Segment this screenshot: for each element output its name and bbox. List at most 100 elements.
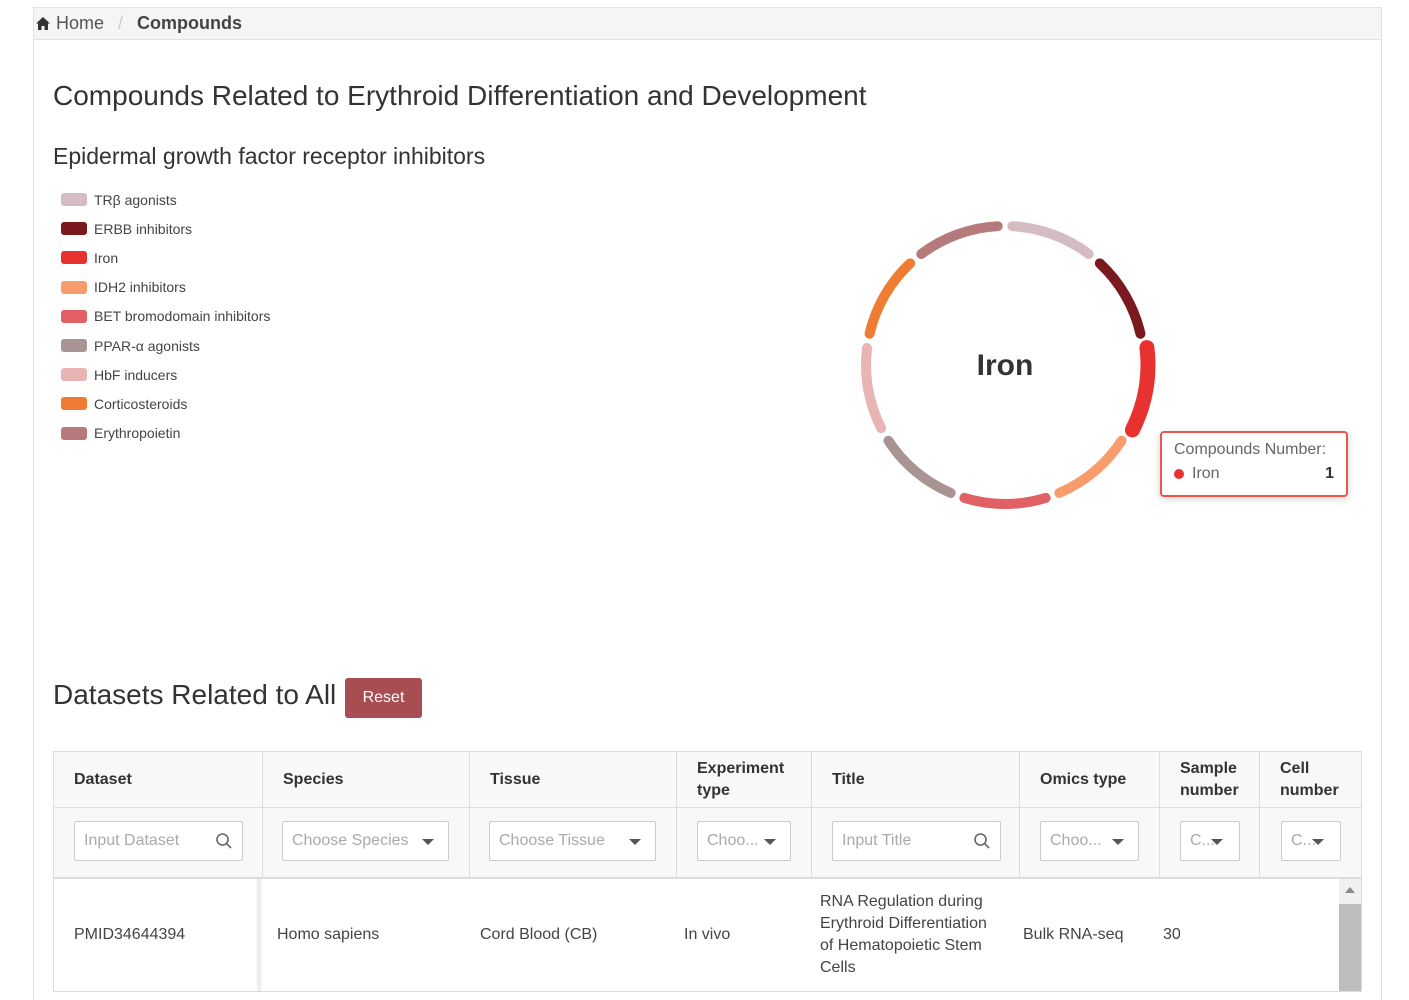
filter-cell-omics: Choo... [1020, 808, 1160, 878]
legend-swatch [61, 309, 87, 323]
column-header-omics-type[interactable]: Omics type [1020, 752, 1160, 807]
cell-sample-number: 30 [1163, 926, 1181, 943]
table-row[interactable]: PMID34644394 Homo sapiens Cord Blood (CB… [54, 879, 1339, 991]
species-select-placeholder: Choose Species [292, 832, 409, 849]
datasets-table: Dataset Species Tissue Experiment type T… [53, 751, 1362, 992]
column-header-dataset[interactable]: Dataset [54, 752, 263, 807]
column-header-title[interactable]: Title [812, 752, 1020, 807]
legend-item[interactable]: Iron [61, 243, 270, 272]
caret-down-icon [1112, 839, 1124, 845]
donut-slice[interactable] [1007, 221, 1094, 259]
title-search-input[interactable]: Input Title [832, 821, 1001, 861]
tissue-select[interactable]: Choose Tissue [489, 821, 656, 861]
legend-swatch [61, 222, 87, 236]
breadcrumb-home-link[interactable]: Home [36, 13, 104, 34]
legend-item[interactable]: Corticosteroids [61, 389, 270, 418]
chart-legend: TRβ agonists ERBB inhibitors Iron IDH2 inhi… [61, 185, 270, 448]
breadcrumb: Home / Compounds [33, 7, 1382, 40]
legend-swatch [61, 397, 87, 411]
home-icon [36, 17, 50, 30]
dataset-input-placeholder: Input Dataset [84, 832, 180, 849]
scrollbar-thumb[interactable] [1339, 904, 1361, 991]
breadcrumb-current: Compounds [137, 13, 243, 33]
omics-type-select[interactable]: Choo... [1040, 821, 1139, 861]
sample-number-select[interactable]: C... [1180, 821, 1240, 861]
legend-item[interactable]: HbF inducers [61, 360, 270, 389]
filter-cell-dataset: Input Dataset [54, 808, 263, 878]
table-scrollbar[interactable] [1339, 879, 1361, 991]
legend-item[interactable]: ERBB inhibitors [61, 214, 270, 243]
legend-label: ERBB inhibitors [94, 220, 193, 237]
donut-slice[interactable] [959, 492, 1051, 509]
tissue-select-placeholder: Choose Tissue [499, 832, 605, 849]
table-header: Dataset Species Tissue Experiment type T… [54, 752, 1361, 879]
filter-cell-experiment: Choo... [677, 808, 812, 878]
donut-slice[interactable] [861, 343, 887, 434]
donut-center-label: Iron [977, 349, 1034, 382]
cell-experiment-type: In vivo [684, 926, 731, 943]
donut-slice[interactable] [883, 435, 956, 498]
experiment-select-placeholder: Choo... [707, 832, 759, 849]
cell-tissue: Cord Blood (CB) [480, 926, 598, 943]
legend-swatch [61, 251, 87, 265]
legend-label: HbF inducers [94, 366, 178, 383]
tooltip-label: Iron [1192, 465, 1220, 482]
legend-swatch [61, 280, 87, 294]
filter-cell-species: Choose Species [263, 808, 470, 878]
legend-label: IDH2 inhibitors [94, 279, 186, 296]
legend-swatch [61, 368, 87, 382]
filter-cell-title: Input Title [812, 808, 1020, 878]
legend-item[interactable]: BET bromodomain inhibitors [61, 302, 270, 331]
legend-item[interactable]: Erythropoietin [61, 419, 270, 448]
donut-slice[interactable] [1094, 258, 1146, 339]
filter-row: Input Dataset Choose Species Choose Tiss… [54, 807, 1361, 878]
dataset-search-input[interactable]: Input Dataset [74, 821, 243, 861]
breadcrumb-home-label: Home [56, 13, 105, 33]
breadcrumb-separator: / [118, 13, 124, 33]
legend-label: BET bromodomain inhibitors [94, 308, 271, 325]
donut-slice[interactable] [1124, 340, 1156, 438]
column-header-experiment-type[interactable]: Experiment type [677, 752, 812, 807]
compounds-donut-chart: Iron [861, 221, 1156, 509]
reset-button[interactable]: Reset [345, 678, 422, 718]
legend-label: PPAR-α agonists [94, 337, 200, 354]
cell-number-select[interactable]: C... [1281, 821, 1341, 861]
column-header-sample-number[interactable]: Sample number [1160, 752, 1260, 807]
filter-cell-tissue: Choose Tissue [470, 808, 677, 878]
title-input-placeholder: Input Title [842, 832, 912, 849]
column-header-cell-number[interactable]: Cell number [1260, 752, 1361, 807]
tooltip-title: Compounds Number: [1174, 441, 1327, 458]
column-header-tissue[interactable]: Tissue [470, 752, 677, 807]
fixed-column-divider [257, 879, 260, 991]
legend-item[interactable]: PPAR-α agonists [61, 331, 270, 360]
cell-cell-number [1264, 879, 1334, 991]
legend-swatch [61, 193, 87, 207]
tooltip-value: 1 [1325, 465, 1334, 482]
donut-slice[interactable] [864, 258, 916, 339]
chart-tooltip: Compounds Number: Iron 1 [1160, 431, 1348, 497]
datasets-section-title: Datasets Related to All [53, 679, 337, 710]
donut-slice[interactable] [1054, 435, 1127, 498]
legend-label: Erythropoietin [94, 425, 181, 442]
filter-cell-cell: C... [1260, 808, 1361, 878]
caret-down-icon [1312, 839, 1324, 845]
caret-down-icon [422, 839, 434, 845]
experiment-type-select[interactable]: Choo... [697, 821, 791, 861]
omics-select-placeholder: Choo... [1050, 832, 1102, 849]
column-header-species[interactable]: Species [263, 752, 470, 807]
species-select[interactable]: Choose Species [282, 821, 449, 861]
cell-omics-type: Bulk RNA-seq [1023, 926, 1124, 943]
cell-species: Homo sapiens [277, 926, 380, 943]
cell-dataset[interactable]: PMID34644394 [74, 879, 254, 991]
search-icon [216, 833, 232, 849]
legend-item[interactable]: TRβ agonists [61, 185, 270, 214]
donut-slice[interactable] [916, 221, 1003, 259]
search-icon [974, 833, 990, 849]
scroll-up-arrow-icon[interactable] [1345, 887, 1355, 893]
caret-down-icon [1211, 839, 1223, 845]
caret-down-icon [764, 839, 776, 845]
legend-swatch [61, 339, 87, 353]
legend-item[interactable]: IDH2 inhibitors [61, 273, 270, 302]
chart-title: Epidermal growth factor receptor inhibit… [53, 143, 486, 169]
legend-label: Corticosteroids [94, 395, 188, 412]
